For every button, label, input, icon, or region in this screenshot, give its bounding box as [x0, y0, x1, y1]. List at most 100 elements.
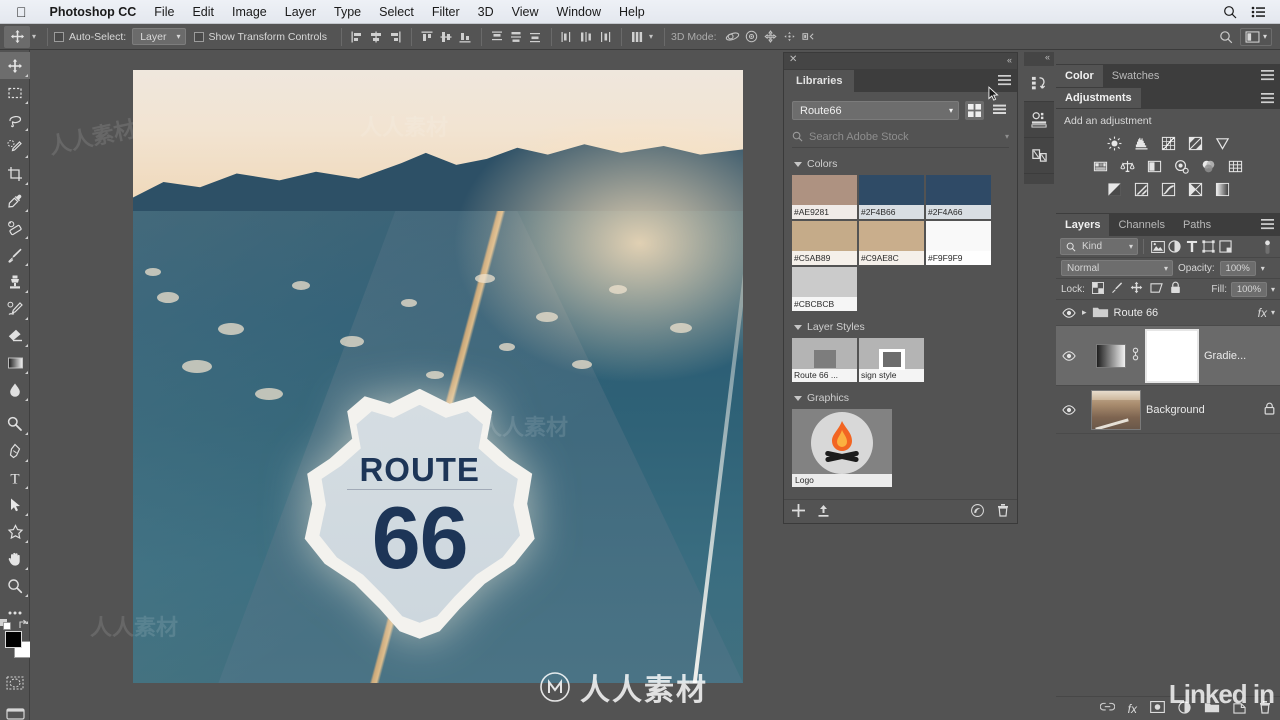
blend-mode-dropdown[interactable]: Normal ▾ [1061, 260, 1173, 276]
vibrance-icon[interactable] [1214, 135, 1231, 152]
menu-select[interactable]: Select [370, 5, 423, 19]
eraser-tool[interactable] [0, 322, 30, 349]
graphic-item[interactable]: Logo [792, 409, 892, 487]
align-vertical-centers-icon[interactable] [437, 27, 456, 46]
brush-tool[interactable] [0, 241, 30, 268]
layer-thumbnail[interactable] [1091, 389, 1141, 430]
layer-visibility-toggle[interactable] [1061, 307, 1077, 318]
adjustments-title[interactable]: Adjustments [1056, 88, 1141, 108]
lock-icon[interactable] [1264, 402, 1275, 418]
document-image[interactable]: ROUTE 66 [133, 70, 743, 683]
zoom-tool[interactable] [0, 572, 30, 599]
layer-visibility-toggle[interactable] [1061, 350, 1077, 361]
menu-help[interactable]: Help [610, 5, 654, 19]
menu-type[interactable]: Type [325, 5, 370, 19]
custom-shape-tool[interactable] [0, 518, 30, 545]
libraries-content[interactable]: Colors #AE9281 #2F4B66 #2F4A66 #C5AB89 #… [784, 148, 1017, 503]
color-swatch[interactable]: #F9F9F9 [926, 221, 991, 265]
channel-mixer-icon[interactable] [1200, 158, 1217, 175]
collapse-panel-icon[interactable]: « [1007, 55, 1012, 65]
adobe-stock-search[interactable]: Search Adobe Stock ▾ [792, 126, 1009, 148]
lock-artboard-icon[interactable] [1150, 282, 1163, 297]
hand-tool[interactable] [0, 545, 30, 572]
table-row[interactable]: Gradie... [1056, 326, 1280, 386]
align-left-edges-icon[interactable] [348, 27, 367, 46]
layer-fx-group[interactable]: fx ▾ [1258, 306, 1275, 320]
move-tool[interactable] [0, 52, 30, 79]
rectangular-marquee-tool[interactable] [0, 79, 30, 106]
pen-tool[interactable] [0, 437, 30, 464]
layer-name[interactable]: Background [1146, 404, 1205, 416]
crop-tool[interactable] [0, 160, 30, 187]
color-swatch[interactable]: #2F4B66 [859, 175, 924, 219]
tab-libraries[interactable]: Libraries [784, 70, 855, 92]
tab-paths[interactable]: Paths [1174, 214, 1220, 236]
panel-menu-icon[interactable] [1261, 70, 1274, 84]
layer-mask-thumbnail[interactable] [1145, 328, 1199, 383]
type-tool[interactable]: T [0, 464, 30, 491]
color-swatch[interactable]: #AE9281 [792, 175, 857, 219]
selective-color-icon[interactable] [1187, 181, 1204, 198]
clone-stamp-tool[interactable] [0, 268, 30, 295]
color-balance-icon[interactable] [1119, 158, 1136, 175]
photo-filter-icon[interactable] [1173, 158, 1190, 175]
menu-file[interactable]: File [145, 5, 183, 19]
workspace-switcher[interactable]: ▾ [1239, 27, 1272, 46]
section-header-layer-styles[interactable]: Layer Styles [794, 321, 1009, 333]
lock-transparency-icon[interactable] [1091, 281, 1104, 297]
exposure-icon[interactable] [1187, 135, 1204, 152]
menu-edit[interactable]: Edit [183, 5, 223, 19]
distribute-left-edges-icon[interactable] [558, 27, 577, 46]
link-icon[interactable] [1131, 346, 1140, 365]
color-swatch[interactable]: #2F4A66 [926, 175, 991, 219]
distribute-vertical-centers-icon[interactable] [507, 27, 526, 46]
color-swatch[interactable]: #C9AE8C [859, 221, 924, 265]
lock-image-icon[interactable] [1111, 281, 1123, 297]
roll-3d-icon[interactable] [742, 27, 761, 46]
menu-filter[interactable]: Filter [423, 5, 469, 19]
history-brush-tool[interactable] [0, 295, 30, 322]
chevron-right-icon[interactable]: ▸ [1082, 307, 1087, 318]
distribute-right-edges-icon[interactable] [596, 27, 615, 46]
gradient-map-icon[interactable] [1214, 181, 1231, 198]
color-swatch[interactable]: #CBCBCB [792, 267, 857, 311]
delete-icon[interactable] [997, 503, 1009, 520]
layer-style-item[interactable]: sign style [859, 338, 924, 382]
foreground-color-swatch[interactable] [5, 631, 22, 648]
spot-healing-brush-tool[interactable] [0, 214, 30, 241]
search-icon[interactable] [1223, 5, 1237, 19]
layer-filter-kind-dropdown[interactable]: Kind ▾ [1060, 238, 1138, 255]
panel-menu-icon[interactable] [998, 75, 1011, 89]
menu-photoshop-cc[interactable]: Photoshop CC [41, 5, 146, 19]
layer-name[interactable]: Gradie... [1204, 350, 1246, 362]
lasso-tool[interactable] [0, 106, 30, 133]
pan-3d-icon[interactable] [761, 27, 780, 46]
align-options-chevron-icon[interactable]: ▾ [649, 32, 653, 41]
adobe-stock-search-input[interactable]: Search Adobe Stock [809, 131, 999, 143]
search-icon[interactable] [1217, 27, 1236, 46]
align-horizontal-centers-icon[interactable] [367, 27, 386, 46]
threshold-icon[interactable] [1160, 181, 1177, 198]
auto-select-checkbox[interactable] [54, 31, 65, 42]
distribute-top-edges-icon[interactable] [488, 27, 507, 46]
list-view-icon[interactable] [990, 101, 1009, 120]
posterize-icon[interactable] [1133, 181, 1150, 198]
apple-icon[interactable]:  [16, 5, 27, 19]
creative-cloud-icon[interactable] [970, 503, 985, 520]
black-white-icon[interactable] [1146, 158, 1163, 175]
table-row[interactable]: Background [1056, 386, 1280, 434]
history-panel-button[interactable] [1024, 66, 1054, 102]
distribute-horizontal-centers-icon[interactable] [577, 27, 596, 46]
brightness-contrast-icon[interactable] [1106, 135, 1123, 152]
library-dropdown[interactable]: Route66 ▾ [792, 101, 959, 120]
add-mask-icon[interactable] [1150, 701, 1165, 716]
align-top-edges-icon[interactable] [418, 27, 437, 46]
shape-filter-icon[interactable] [1200, 238, 1217, 255]
grid-view-icon[interactable] [965, 101, 984, 120]
lock-all-icon[interactable] [1170, 281, 1181, 297]
tab-color[interactable]: Color [1056, 65, 1103, 87]
show-transform-controls-checkbox[interactable] [193, 31, 204, 42]
link-layers-icon[interactable] [1099, 702, 1115, 715]
eyedropper-tool[interactable] [0, 187, 30, 214]
tab-swatches[interactable]: Swatches [1103, 65, 1169, 87]
